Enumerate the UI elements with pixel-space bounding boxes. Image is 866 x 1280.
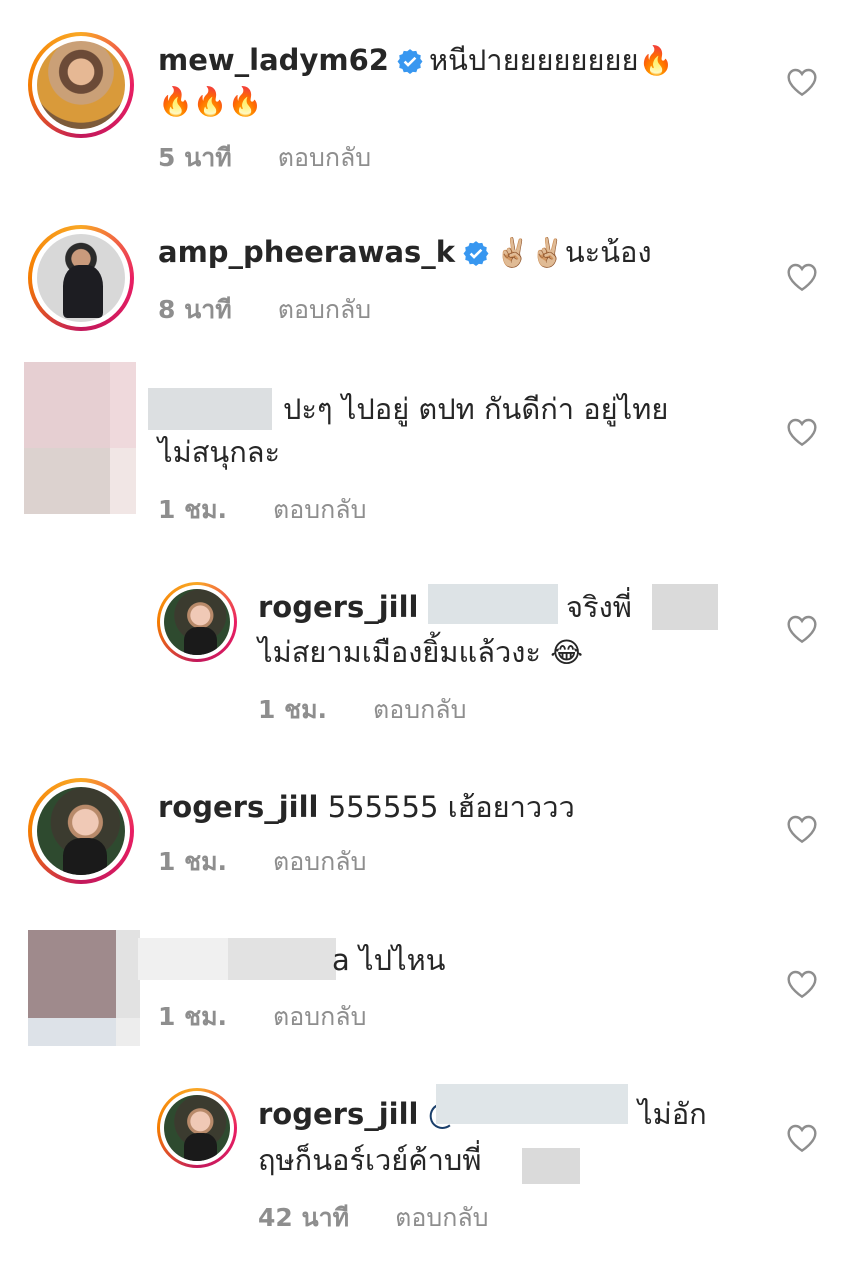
redacted-name	[652, 584, 718, 630]
comment-meta: 5 นาที ตอบกลับ	[158, 138, 371, 178]
timestamp: 42 นาที	[258, 1203, 350, 1232]
timestamp: 1 ชม.	[258, 695, 328, 724]
comment-text: rogers_jill 555555 เฮ้อยาววว	[158, 785, 575, 829]
redacted-username	[228, 938, 336, 980]
fire-emoji: 🔥	[638, 44, 674, 77]
comment-body: นะน้อง	[564, 235, 652, 269]
reply-button[interactable]: ตอบกลับ	[278, 295, 371, 324]
laughing-emoji: 😂	[550, 636, 583, 669]
username[interactable]: amp_pheerawas_k	[158, 235, 455, 269]
timestamp: 8 นาที	[158, 295, 232, 324]
redacted-name	[522, 1148, 580, 1184]
comment-body: 555555 เฮ้อยาววว	[327, 790, 575, 824]
heart-outline-icon[interactable]	[786, 814, 818, 844]
blurred-avatar[interactable]	[24, 362, 136, 514]
comment-text-line2: 🔥🔥🔥	[158, 85, 263, 118]
comment-body-line2: ฤษก็นอร์เวย์ค้าบพี่	[258, 1143, 482, 1177]
redacted-mention	[428, 584, 558, 624]
redacted-username	[138, 938, 228, 980]
heart-outline-icon[interactable]	[786, 262, 818, 292]
username[interactable]: rogers_jill	[158, 790, 318, 824]
comment-text: mew_ladym62 หนีปายยยยยยยย🔥	[158, 38, 673, 83]
redacted-username	[148, 388, 272, 430]
reply-button[interactable]: ตอบกลับ	[395, 1203, 488, 1232]
comment-text: rogers_jill @	[258, 1092, 457, 1136]
comment-meta: 42 นาที ตอบกลับ	[258, 1198, 489, 1238]
comment-body: หนีปายยยยยยยย	[428, 43, 639, 77]
timestamp: 1 ชม.	[158, 847, 228, 876]
timestamp: 1 ชม.	[158, 495, 228, 524]
redacted-mention	[436, 1084, 628, 1124]
victory-hand-emoji: ✌🏼✌🏼	[495, 236, 565, 269]
comment-text: rogers_jill @	[258, 585, 457, 629]
heart-outline-icon[interactable]	[786, 67, 818, 97]
timestamp: 1 ชม.	[158, 1002, 228, 1031]
comment-meta: 1 ชม. ตอบกลับ	[158, 842, 367, 882]
heart-outline-icon[interactable]	[786, 1123, 818, 1153]
reply-button[interactable]: ตอบกลับ	[273, 495, 366, 524]
username[interactable]: rogers_jill	[258, 590, 418, 624]
verified-badge-icon	[397, 49, 423, 74]
blurred-avatar[interactable]	[28, 930, 140, 1046]
avatar[interactable]	[28, 225, 134, 331]
heart-outline-icon[interactable]	[786, 417, 818, 447]
comment-meta: 1 ชม. ตอบกลับ	[258, 690, 467, 730]
comment-body: ปะๆ ไปอยู่ ตปท กันดีก่า อยู่ไทย	[283, 392, 669, 426]
comment-meta: 1 ชม. ตอบกลับ	[158, 997, 367, 1037]
heart-outline-icon[interactable]	[786, 614, 818, 644]
comment-body: จริงพี่	[566, 590, 632, 624]
username[interactable]: mew_ladym62	[158, 43, 389, 77]
heart-outline-icon[interactable]	[786, 969, 818, 999]
reply-button[interactable]: ตอบกลับ	[373, 695, 466, 724]
timestamp: 5 นาที	[158, 143, 232, 172]
reply-button[interactable]: ตอบกลับ	[273, 847, 366, 876]
comment-meta: 1 ชม. ตอบกลับ	[158, 490, 367, 530]
avatar[interactable]	[28, 32, 134, 138]
comment-body-line2: ไม่สนุกละ	[158, 435, 281, 469]
verified-badge-icon	[463, 241, 489, 266]
comment-body: ไม่อัก	[638, 1097, 707, 1131]
comment-meta: 8 นาที ตอบกลับ	[158, 290, 371, 330]
avatar[interactable]	[157, 582, 237, 662]
comment-body: a ไปไหน	[332, 943, 446, 977]
comment-text: amp_pheerawas_k ✌🏼✌🏼นะน้อง	[158, 230, 652, 275]
username[interactable]: rogers_jill	[258, 1097, 418, 1131]
reply-button[interactable]: ตอบกลับ	[273, 1002, 366, 1031]
comment-body-text: ไม่สยามเมืองยิ้มแล้วงะ	[258, 635, 541, 669]
avatar[interactable]	[28, 778, 134, 884]
comment-body-line2: ไม่สยามเมืองยิ้มแล้วงะ 😂	[258, 630, 583, 675]
reply-button[interactable]: ตอบกลับ	[278, 143, 371, 172]
avatar[interactable]	[157, 1088, 237, 1168]
